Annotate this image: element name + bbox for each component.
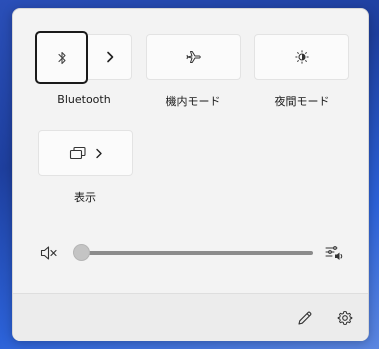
bluetooth-icon: [56, 51, 68, 65]
project-display-label: 表示: [74, 191, 96, 204]
night-light-label: 夜間モード: [274, 95, 330, 108]
airplane-mode-label: 機内モード: [165, 95, 221, 108]
mute-toggle-button[interactable]: [35, 239, 63, 267]
chevron-right-icon: [105, 51, 115, 63]
bluetooth-label: Bluetooth: [57, 93, 111, 106]
bluetooth-toggle-button[interactable]: [35, 31, 88, 84]
volume-slider-thumb[interactable]: [73, 244, 90, 261]
project-display-button[interactable]: [38, 130, 133, 176]
edit-quick-settings-button[interactable]: [291, 304, 319, 332]
chevron-right-icon: [95, 148, 103, 159]
audio-output-button[interactable]: [321, 239, 349, 267]
quick-settings-footer: [13, 293, 368, 341]
audio-output-icon: [325, 245, 345, 261]
volume-slider-track[interactable]: [81, 251, 313, 255]
airplane-mode-button[interactable]: [146, 34, 241, 80]
night-light-button[interactable]: [254, 34, 349, 80]
night-light-icon: [294, 50, 309, 64]
pencil-icon: [297, 310, 313, 326]
bluetooth-expand-button[interactable]: [88, 34, 132, 80]
quick-settings-panel: Bluetooth 機内モード 夜間モード 表示: [12, 8, 369, 341]
settings-button[interactable]: [331, 304, 359, 332]
gear-icon: [337, 310, 353, 326]
airplane-icon: [186, 49, 202, 65]
speaker-muted-icon: [40, 245, 58, 261]
project-display-icon: [69, 146, 87, 160]
